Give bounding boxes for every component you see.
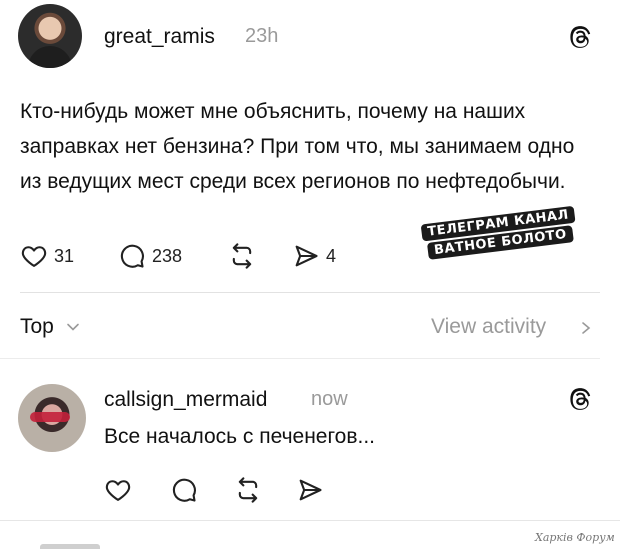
heart-icon [105, 480, 131, 501]
like-count: 31 [54, 245, 75, 266]
reply-author-username[interactable]: callsign_mermaid [104, 388, 267, 412]
reply-repost-button[interactable] [234, 476, 262, 504]
reply-like-button[interactable] [104, 476, 132, 504]
threads-logo-icon [570, 388, 591, 410]
view-activity-link[interactable]: View activity [431, 315, 546, 339]
divider [0, 520, 620, 521]
telegram-channel-watermark: ТЕЛЕГРАМ КАНАЛ ВАТНОЕ БОЛОТО [418, 204, 583, 273]
reply-reply-button[interactable] [170, 476, 198, 504]
comment-bubble-icon [172, 478, 196, 502]
forum-watermark: Харків Форум [535, 531, 615, 544]
post-author-username[interactable]: great_ramis [104, 25, 215, 49]
next-post-stub [40, 544, 100, 549]
like-button[interactable]: 31 [20, 242, 74, 270]
divider [20, 292, 600, 293]
reply-body-text: Все началось с печенегов... [104, 425, 376, 448]
reply-count: 238 [152, 245, 183, 266]
reply-button[interactable]: 238 [118, 242, 182, 270]
share-count: 4 [326, 245, 337, 266]
send-arrow-icon [295, 245, 318, 267]
post-timestamp: 23h [245, 25, 279, 47]
chevron-down-icon[interactable] [66, 320, 80, 334]
repost-button[interactable] [228, 242, 256, 270]
chevron-right-icon[interactable] [580, 321, 592, 335]
heart-icon [21, 246, 47, 267]
avatar-detail [30, 412, 70, 422]
send-arrow-icon [299, 479, 322, 501]
threads-logo-icon [570, 26, 591, 48]
post-body-text: Кто-нибудь может мне объяснить, почему н… [20, 100, 575, 193]
reply-share-button[interactable] [296, 476, 324, 504]
comment-bubble-icon [120, 244, 144, 268]
divider [0, 358, 600, 359]
reply-timestamp: now [311, 388, 348, 410]
sort-dropdown[interactable]: Top [20, 315, 54, 339]
author-avatar[interactable] [18, 4, 82, 68]
share-button[interactable]: 4 [292, 242, 336, 270]
repost-arrows-icon [238, 477, 258, 503]
repost-arrows-icon [232, 243, 252, 269]
